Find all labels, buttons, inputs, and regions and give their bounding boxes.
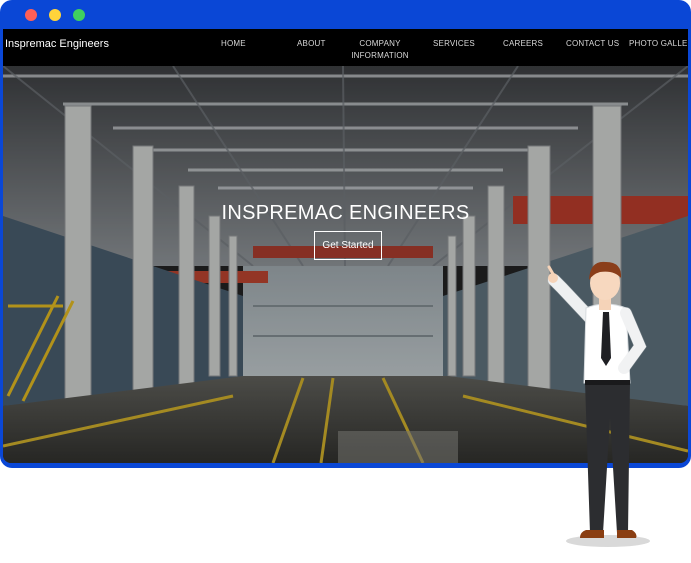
maximize-window-dot[interactable]: [73, 9, 85, 21]
hero-title: INSPREMAC ENGINEERS: [221, 202, 470, 224]
close-window-dot[interactable]: [25, 9, 37, 21]
nav-item-home[interactable]: HOME: [221, 38, 246, 50]
get-started-button[interactable]: Get Started: [314, 231, 382, 260]
top-navbar: Inspremac Engineers HOME ABOUT COMPANY I…: [3, 29, 688, 66]
nav-item-photo-gallery[interactable]: PHOTO GALLERY: [629, 38, 688, 50]
nav-item-careers[interactable]: CAREERS: [503, 38, 543, 50]
nav-item-company-information[interactable]: COMPANY INFORMATION: [348, 38, 412, 62]
nav-item-contact-us[interactable]: CONTACT US: [566, 38, 619, 50]
nav-item-about[interactable]: ABOUT: [297, 38, 326, 50]
nav-item-services[interactable]: SERVICES: [433, 38, 475, 50]
brand-logo-text[interactable]: Inspremac Engineers: [5, 38, 109, 50]
minimize-window-dot[interactable]: [49, 9, 61, 21]
businessman-illustration: [547, 261, 650, 547]
